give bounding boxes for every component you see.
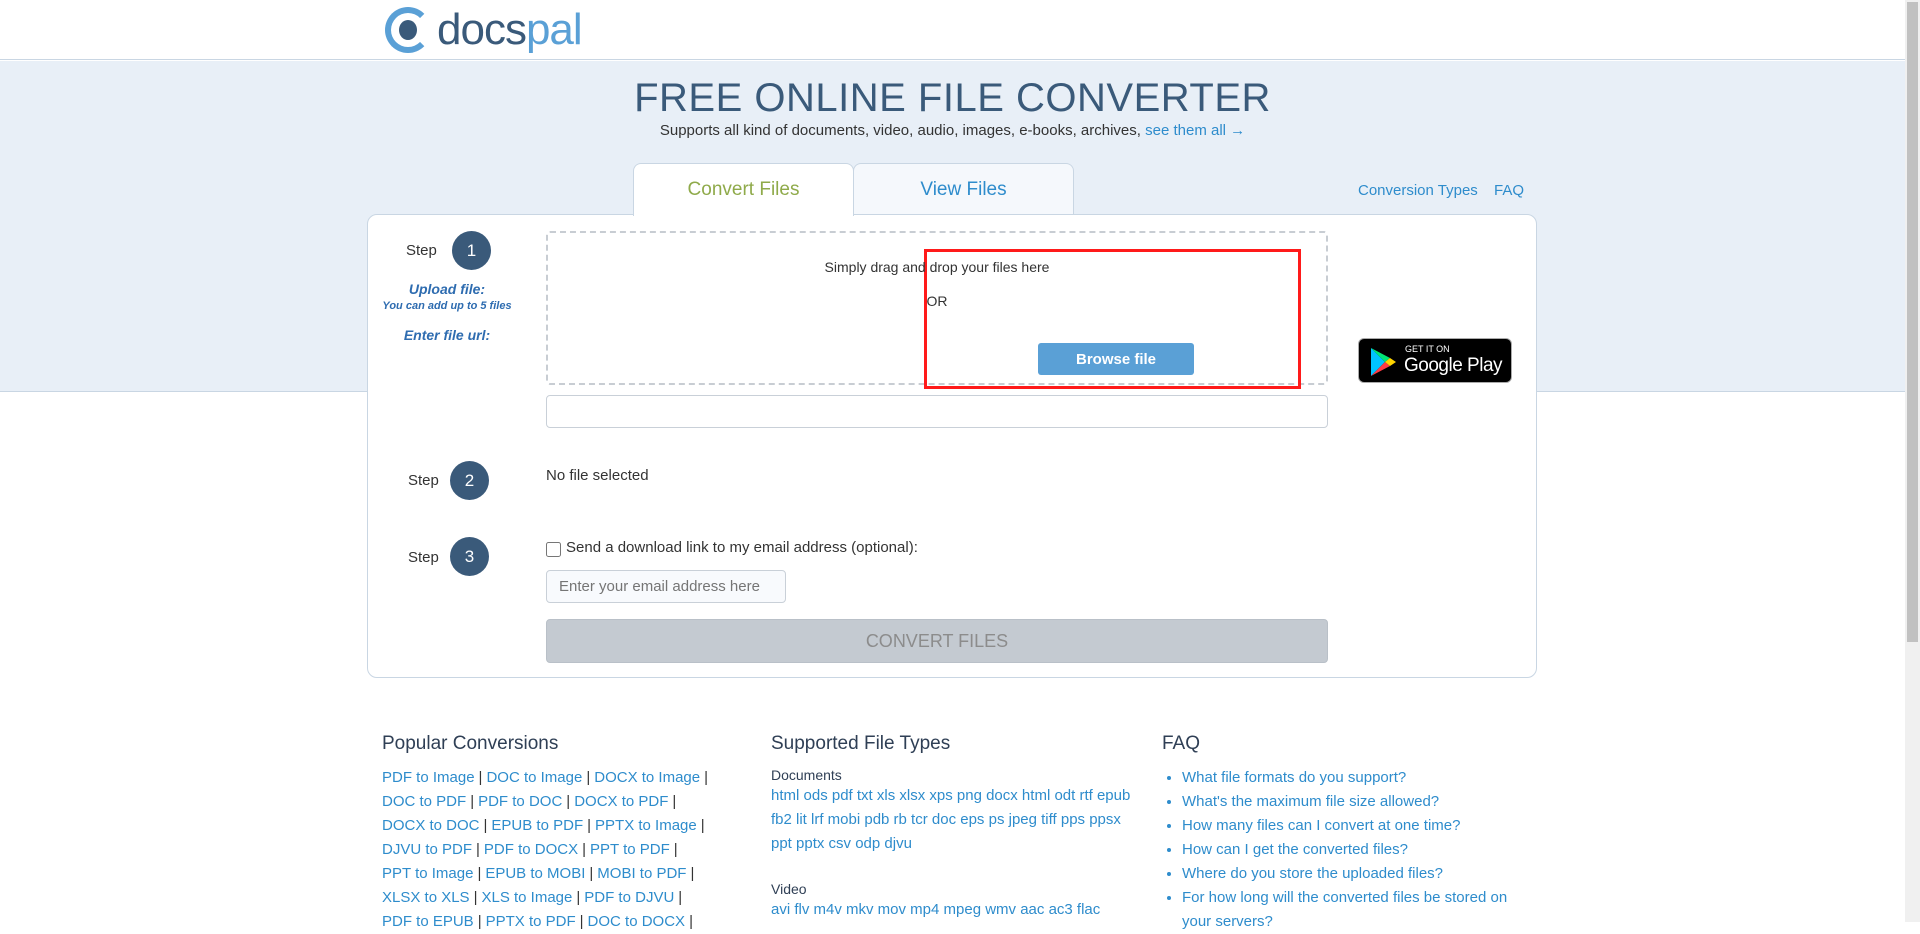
step-2-label: Step <box>408 472 439 489</box>
faq-heading: FAQ <box>1162 733 1201 754</box>
faq-item: What file formats do you support? <box>1182 766 1532 790</box>
separator: | <box>483 817 488 834</box>
popular-list: PDF to Image | DOC to Image | DOCX to Image |… <box>382 766 722 934</box>
separator: | <box>672 793 677 810</box>
faq-link[interactable]: How many files can I convert at one time… <box>1182 817 1460 834</box>
logo-icon <box>385 7 431 53</box>
supported-file-types: Supported File Types Documents html ods … <box>771 732 1131 922</box>
page-title: FREE ONLINE FILE CONVERTER <box>634 76 1271 120</box>
popular-conversion-link[interactable]: PPT to Image <box>382 865 473 882</box>
faq-link[interactable]: FAQ <box>1494 182 1524 199</box>
google-play-icon <box>1371 348 1396 376</box>
popular-conversion-link[interactable]: DJVU to PDF <box>382 841 472 858</box>
documents-types[interactable]: html ods pdf txt xls xlsx xps png docx h… <box>771 784 1131 856</box>
email-input[interactable] <box>546 570 786 603</box>
convert-files-button[interactable]: CONVERT FILES <box>546 619 1328 663</box>
conversion-types-link[interactable]: Conversion Types <box>1358 182 1478 199</box>
popular-conversion-link[interactable]: PDF to DJVU <box>584 889 674 906</box>
faq-link[interactable]: What file formats do you support? <box>1182 769 1406 786</box>
faq-link[interactable]: How can I get the converted files? <box>1182 841 1408 858</box>
upload-label: Upload file: <box>408 281 486 297</box>
popular-heading: Popular Conversions <box>382 733 559 754</box>
email-checkbox-label[interactable]: Send a download link to my email address… <box>566 539 918 556</box>
google-play-badge[interactable]: GET IT ON Google Play <box>1358 338 1512 383</box>
separator: | <box>477 865 482 882</box>
separator: | <box>476 841 480 858</box>
popular-conversion-link[interactable]: XLSX to XLS <box>382 889 470 906</box>
no-file-selected-text: No file selected <box>546 467 649 484</box>
popular-conversions: Popular Conversions PDF to Image | DOC to … <box>382 732 722 934</box>
popular-conversion-link[interactable]: XLS to Image <box>481 889 572 906</box>
separator: | <box>690 865 695 882</box>
separator: | <box>700 817 705 834</box>
step-3-label: Step <box>408 549 439 566</box>
browse-file-button[interactable]: Browse file <box>1038 343 1194 375</box>
popular-conversion-link[interactable]: DOC to PDF <box>382 793 466 810</box>
header: docspal <box>0 0 1905 60</box>
popular-conversion-link[interactable]: PDF to Image <box>382 769 475 786</box>
tab-view-files[interactable]: View Files <box>853 163 1074 215</box>
popular-conversion-link[interactable]: DOCX to Image <box>594 769 700 786</box>
separator: | <box>586 769 591 786</box>
page-subtitle: Supports all kind of documents, video, a… <box>0 122 1905 139</box>
step-1-number: 1 <box>452 231 491 270</box>
video-types[interactable]: avi flv m4v mkv mov mp4 mpeg wmv aac ac3… <box>771 898 1131 922</box>
or-text: OR <box>926 293 948 309</box>
faq-item: Where do you store the uploaded files? <box>1182 862 1532 886</box>
popular-conversion-link[interactable]: EPUB to MOBI <box>485 865 585 882</box>
google-play-big-text: Google Play <box>1404 355 1503 376</box>
drop-text: Simply drag and drop your files here <box>824 259 1050 275</box>
scrollbar-thumb[interactable] <box>1907 2 1918 642</box>
step-3-number: 3 <box>450 537 489 576</box>
separator: | <box>673 841 678 858</box>
step-2-number: 2 <box>450 461 489 500</box>
upload-hint: You can add up to 5 files <box>382 300 512 312</box>
tab-convert-files[interactable]: Convert Files <box>633 163 854 216</box>
converter-panel: Step 1 Upload file: You can add up to 5 … <box>367 214 1537 678</box>
popular-conversion-link[interactable]: MOBI to PDF <box>597 865 686 882</box>
popular-conversion-link[interactable]: DOCX to PDF <box>574 793 668 810</box>
faq-item: What's the maximum file size allowed? <box>1182 790 1532 814</box>
faq-link[interactable]: For how long will the converted files be… <box>1182 889 1507 930</box>
documents-label: Documents <box>771 767 842 783</box>
separator: | <box>589 865 594 882</box>
faq-link[interactable]: Where do you store the uploaded files? <box>1182 865 1443 882</box>
separator: | <box>678 889 683 906</box>
google-play-small-text: GET IT ON <box>1405 344 1450 354</box>
faq-link[interactable]: What's the maximum file size allowed? <box>1182 793 1439 810</box>
separator: | <box>587 817 592 834</box>
faq-item: How many files can I convert at one time… <box>1182 814 1532 838</box>
video-label: Video <box>771 881 807 897</box>
separator: | <box>582 841 587 858</box>
file-types-heading: Supported File Types <box>771 733 951 754</box>
file-url-input[interactable] <box>546 395 1328 428</box>
subtitle-text: Supports all kind of documents, video, a… <box>659 122 1141 139</box>
popular-conversion-link[interactable]: PDF to DOC <box>478 793 562 810</box>
faq-section: FAQ What file formats do you support? Wh… <box>1162 732 1532 934</box>
separator: | <box>470 793 475 810</box>
popular-conversion-link[interactable]: DOCX to DOC <box>382 817 480 834</box>
popular-conversion-link[interactable]: DOC to Image <box>486 769 582 786</box>
logo-text: docspal <box>437 5 583 54</box>
faq-item: How can I get the converted files? <box>1182 838 1532 862</box>
separator: | <box>704 769 709 786</box>
url-label: Enter file url: <box>403 327 491 343</box>
popular-conversion-link[interactable]: PPT to PDF <box>590 841 670 858</box>
popular-conversion-link[interactable]: PPTX to Image <box>595 817 697 834</box>
popular-conversion-link[interactable]: PDF to DOCX <box>484 841 578 858</box>
popular-conversion-link[interactable]: EPUB to PDF <box>491 817 583 834</box>
email-checkbox[interactable] <box>546 542 561 557</box>
see-all-link[interactable]: see them all → <box>1145 122 1245 139</box>
docspal-logo[interactable]: docspal <box>385 5 583 54</box>
separator: | <box>478 769 483 786</box>
separator: | <box>473 889 478 906</box>
file-dropzone[interactable]: Simply drag and drop your files here OR … <box>546 231 1328 389</box>
separator: | <box>576 889 581 906</box>
step-1-label: Step <box>406 242 437 259</box>
faq-item: For how long will the converted files be… <box>1182 886 1532 934</box>
separator: | <box>566 793 571 810</box>
